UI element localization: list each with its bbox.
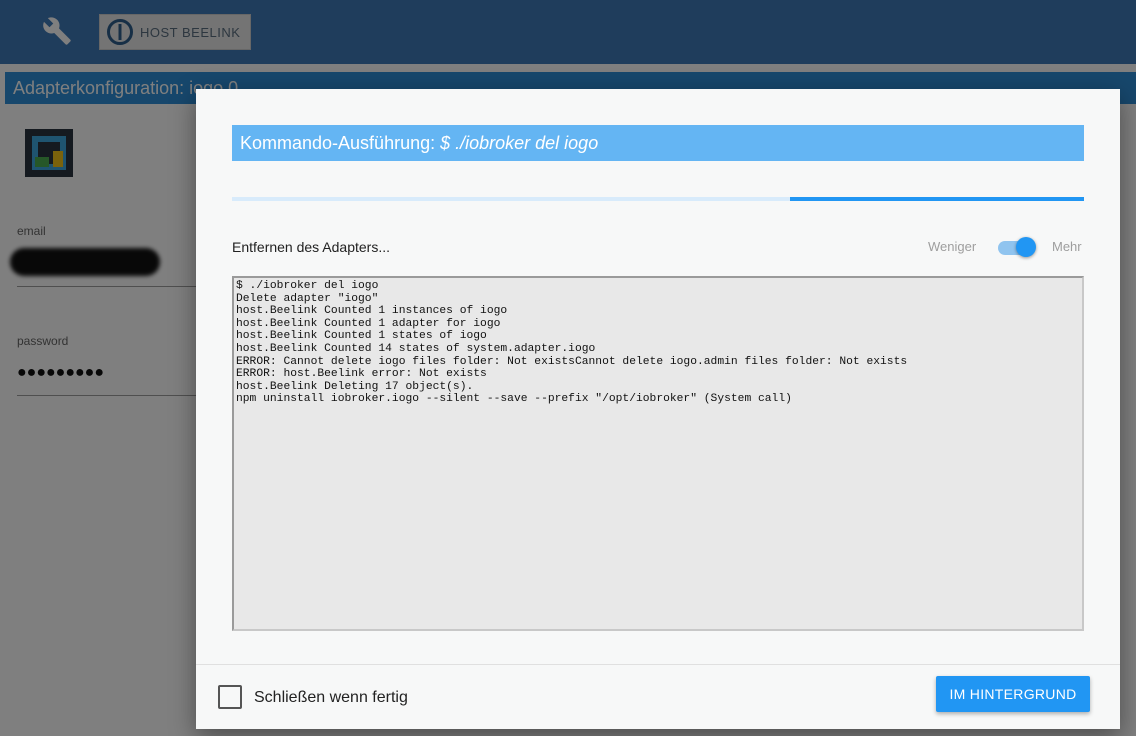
console-line: host.Beelink Counted 1 instances of iogo [236, 305, 508, 318]
run-in-background-button[interactable]: IM HINTERGRUND [936, 676, 1090, 712]
console-line: ERROR: host.Beelink error: Not exists [236, 368, 487, 381]
dialog-title-prefix: Kommando-Ausführung: [240, 133, 441, 153]
progress-bar [232, 197, 1084, 201]
details-toggle-thumb[interactable] [1016, 237, 1036, 257]
close-when-done-checkbox[interactable] [218, 685, 242, 709]
console-line: host.Beelink Counted 1 states of iogo [236, 330, 487, 343]
console-line: host.Beelink Counted 1 adapter for iogo [236, 317, 501, 330]
console-line: Delete adapter "iogo" [236, 292, 379, 305]
console-line: $ ./iobroker del iogo [236, 280, 379, 292]
console-line: host.Beelink Counted 14 states of system… [236, 342, 596, 355]
console-line: npm uninstall iobroker.iogo --silent --s… [236, 393, 792, 406]
close-when-done-label[interactable]: Schließen wenn fertig [254, 689, 408, 707]
dialog-title-command: $ ./iobroker del iogo [440, 133, 599, 153]
command-dialog: Kommando-Ausführung: $ ./iobroker del io… [196, 89, 1120, 729]
progress-bar-fill [790, 197, 1084, 201]
footer-divider [196, 664, 1120, 665]
status-text: Entfernen des Adapters... [232, 239, 390, 255]
console-line: ERROR: Cannot delete iogo files folder: … [236, 355, 908, 368]
dialog-title: Kommando-Ausführung: $ ./iobroker del io… [232, 125, 1084, 161]
console-output[interactable]: $ ./iobroker del iogo Delete adapter "iog… [232, 276, 1084, 631]
toggle-more-label: Mehr [1052, 239, 1082, 254]
toggle-less-label: Weniger [928, 239, 977, 254]
console-line: host.Beelink Deleting 17 object(s). [236, 380, 474, 393]
